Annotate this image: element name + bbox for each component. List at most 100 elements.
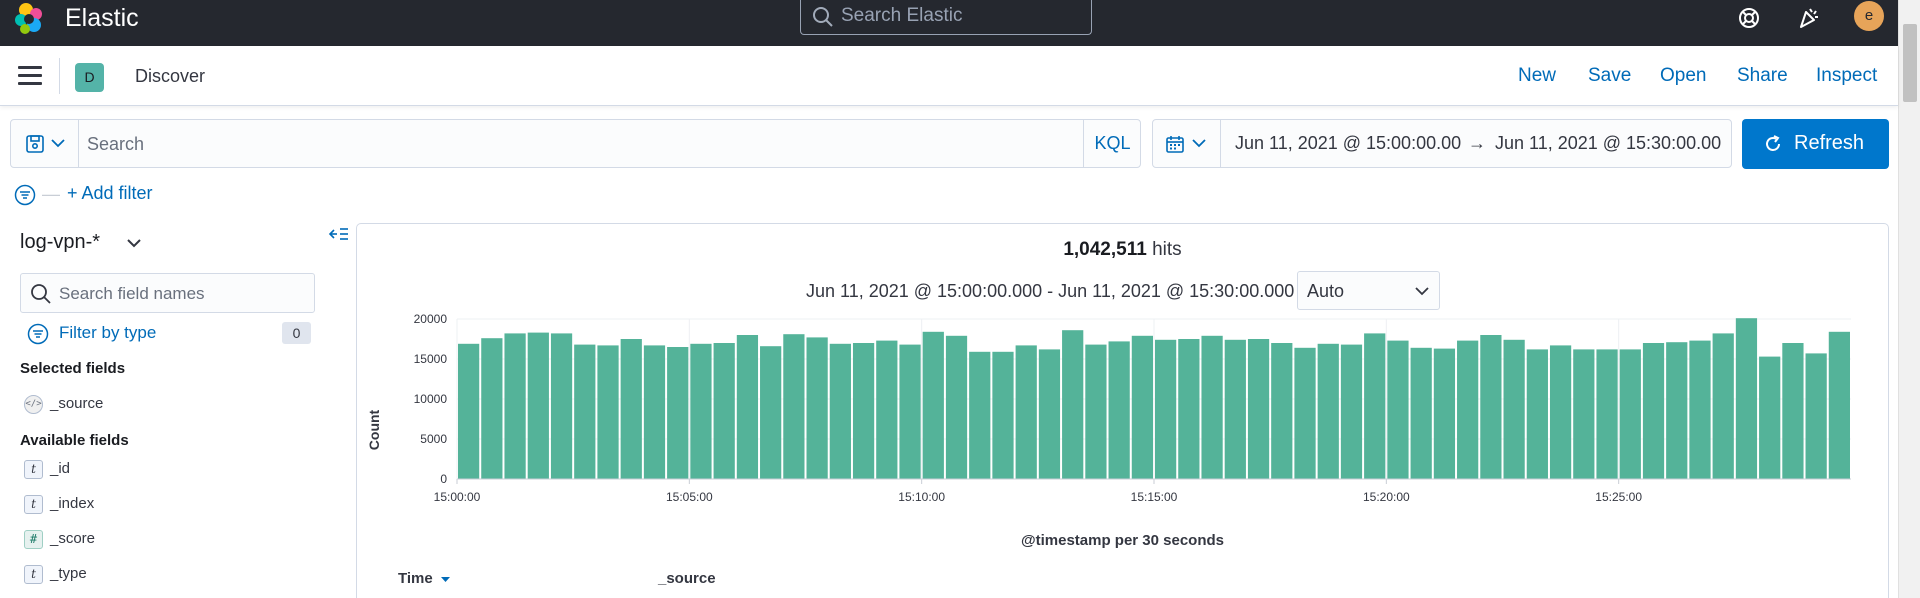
elastic-logo-icon[interactable]: [12, 2, 46, 36]
histogram-bar[interactable]: [504, 333, 526, 479]
date-end[interactable]: Jun 11, 2021 @ 15:30:00.00: [1495, 133, 1721, 154]
histogram-bar[interactable]: [969, 351, 991, 479]
date-start[interactable]: Jun 11, 2021 @ 15:00:00.00: [1235, 133, 1461, 154]
histogram-bar[interactable]: [1015, 345, 1037, 479]
histogram-bar[interactable]: [1782, 343, 1804, 479]
histogram-bar[interactable]: [1596, 349, 1618, 479]
histogram-bar[interactable]: [783, 334, 805, 479]
histogram-bar[interactable]: [643, 345, 666, 479]
histogram-bar[interactable]: [1457, 340, 1479, 479]
histogram-bar[interactable]: [1526, 349, 1548, 479]
histogram-bar[interactable]: [690, 343, 712, 479]
histogram-bar[interactable]: [1340, 344, 1363, 479]
histogram-bar[interactable]: [1619, 349, 1641, 479]
quick-select-button[interactable]: [1153, 120, 1221, 167]
histogram-bar[interactable]: [760, 346, 782, 479]
histogram-bar[interactable]: [1108, 341, 1130, 479]
histogram-bar[interactable]: [1805, 353, 1827, 479]
help-icon[interactable]: [1734, 3, 1764, 33]
histogram-bar[interactable]: [1480, 335, 1502, 479]
histogram-bar[interactable]: [550, 333, 573, 479]
histogram-bar[interactable]: [527, 332, 549, 479]
histogram-bar[interactable]: [1666, 342, 1688, 479]
new-link[interactable]: New: [1518, 65, 1556, 87]
filter-options-icon[interactable]: [14, 184, 36, 206]
newsfeed-icon[interactable]: [1793, 3, 1823, 33]
scrollbar-thumb[interactable]: [1903, 24, 1917, 102]
histogram-bar[interactable]: [1317, 343, 1339, 479]
histogram-bar[interactable]: [667, 347, 689, 479]
histogram-bar[interactable]: [1224, 339, 1246, 479]
histogram-bar[interactable]: [481, 338, 503, 479]
query-language-button[interactable]: KQL: [1083, 120, 1141, 167]
histogram-bar[interactable]: [1271, 343, 1293, 479]
chevron-down-icon[interactable]: [126, 237, 142, 249]
histogram-bar[interactable]: [829, 343, 851, 479]
histogram-bar[interactable]: [992, 351, 1014, 479]
histogram-bar[interactable]: [1131, 335, 1153, 479]
field-item-id[interactable]: t _id: [24, 458, 344, 482]
collapse-sidebar-icon[interactable]: [328, 226, 350, 244]
histogram-bar[interactable]: [597, 345, 619, 479]
histogram-bar[interactable]: [1712, 333, 1734, 479]
histogram-bar[interactable]: [1155, 339, 1177, 479]
global-search-input[interactable]: [841, 2, 1081, 30]
histogram-bar[interactable]: [1201, 335, 1223, 479]
share-link[interactable]: Share: [1737, 65, 1788, 87]
histogram-bar[interactable]: [1573, 349, 1595, 479]
page-scrollbar[interactable]: [1898, 0, 1920, 598]
histogram-bar[interactable]: [713, 343, 735, 479]
column-header-source: _source: [658, 570, 716, 587]
histogram-bar[interactable]: [1410, 347, 1432, 479]
histogram-bar[interactable]: [1085, 344, 1107, 479]
histogram-bar[interactable]: [1689, 340, 1711, 479]
histogram-chart[interactable]: Count 0 5000 10000 15000 20000 15:00:00 15:05:…: [357, 314, 1888, 524]
histogram-bar[interactable]: [458, 343, 480, 479]
histogram-bar[interactable]: [1759, 356, 1781, 479]
histogram-bar[interactable]: [736, 335, 759, 479]
histogram-bar[interactable]: [1178, 339, 1200, 479]
histogram-bar[interactable]: [945, 335, 968, 479]
histogram-bar[interactable]: [620, 339, 642, 479]
histogram-bar[interactable]: [806, 337, 828, 479]
histogram-bar[interactable]: [1735, 318, 1758, 479]
histogram-bar[interactable]: [1828, 331, 1850, 479]
save-link[interactable]: Save: [1588, 65, 1631, 87]
menu-icon[interactable]: [18, 66, 42, 85]
histogram-bar[interactable]: [852, 343, 875, 479]
column-header-time[interactable]: Time: [398, 570, 451, 587]
open-link[interactable]: Open: [1660, 65, 1706, 87]
histogram-bar[interactable]: [1247, 339, 1270, 479]
histogram-bar[interactable]: [1433, 348, 1456, 479]
index-pattern-selector[interactable]: log-vpn-*: [20, 231, 100, 254]
histogram-bar[interactable]: [1642, 343, 1665, 479]
histogram-bar[interactable]: [899, 344, 921, 479]
inspect-link[interactable]: Inspect: [1816, 65, 1877, 87]
field-item-type[interactable]: t _type: [24, 563, 344, 587]
brand-name[interactable]: Elastic: [65, 4, 139, 33]
histogram-bar[interactable]: [1503, 339, 1525, 479]
saved-query-button[interactable]: [11, 120, 79, 167]
user-avatar[interactable]: e: [1854, 1, 1884, 31]
add-filter-button[interactable]: + Add filter: [67, 183, 153, 204]
histogram-bar[interactable]: [1038, 349, 1061, 479]
histogram-bar[interactable]: [922, 331, 944, 479]
histogram-bar[interactable]: [1294, 347, 1316, 479]
field-item-score[interactable]: # _score: [24, 528, 344, 552]
field-item-source[interactable]: </> _source: [24, 393, 344, 417]
query-input[interactable]: [87, 130, 987, 158]
histogram-bar[interactable]: [876, 340, 898, 479]
interval-select[interactable]: Auto: [1297, 271, 1440, 310]
refresh-button[interactable]: Refresh: [1742, 119, 1889, 169]
global-search[interactable]: [800, 0, 1092, 35]
histogram-bar[interactable]: [1062, 330, 1084, 479]
histogram-bar[interactable]: [1364, 333, 1386, 479]
histogram-bar[interactable]: [574, 344, 596, 479]
field-search[interactable]: [20, 273, 315, 313]
field-item-index[interactable]: t _index: [24, 493, 344, 517]
histogram-bar[interactable]: [1549, 345, 1572, 479]
sort-down-icon[interactable]: [440, 575, 451, 583]
app-avatar[interactable]: D: [75, 63, 104, 92]
histogram-bar[interactable]: [1387, 340, 1409, 479]
field-search-input[interactable]: [59, 281, 309, 307]
